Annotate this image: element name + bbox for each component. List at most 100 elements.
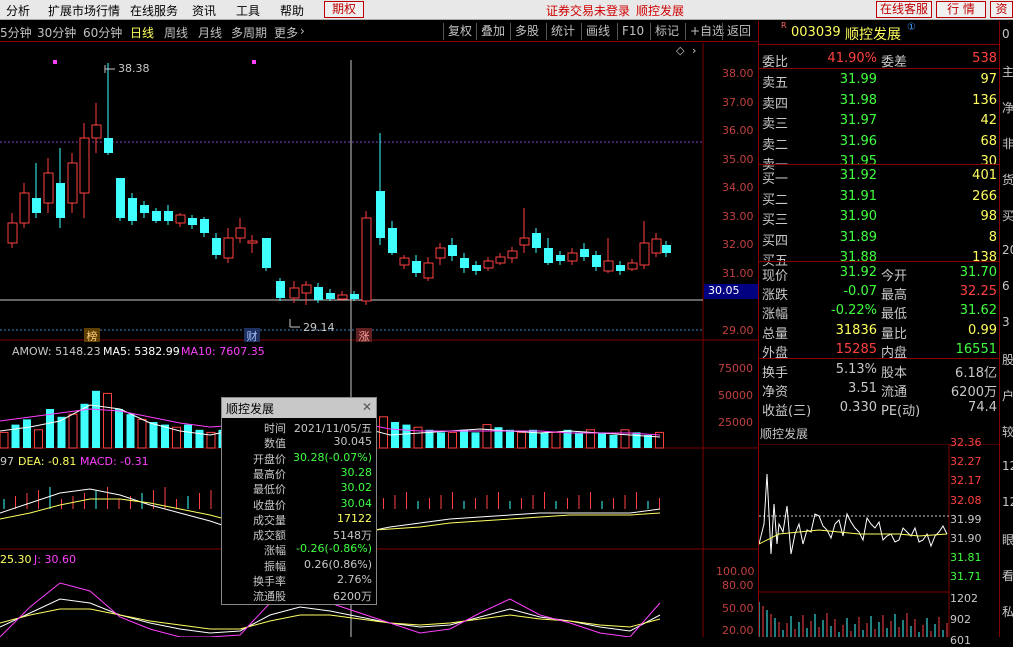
menu-item-tools[interactable]: 工具	[236, 2, 260, 19]
marker-zhang[interactable]: 涨	[356, 328, 372, 343]
side-strip-item-8[interactable]: 3	[1002, 315, 1010, 329]
options-button[interactable]: 期权	[324, 1, 364, 18]
kdj-tick-80: 80.00	[722, 579, 754, 592]
side-strip-item-1[interactable]: 主	[1002, 63, 1013, 80]
candle-body-50	[616, 265, 625, 271]
candle-body-36	[448, 245, 457, 256]
stat-value-4-a: 15285	[835, 341, 877, 357]
side-strip-item-12[interactable]: 12	[1002, 459, 1013, 473]
overlay-button[interactable]: 叠加	[476, 23, 509, 40]
buy-volume-1: 266	[972, 188, 997, 204]
marker-cai[interactable]: 财	[244, 328, 260, 343]
mini-price-tick-1: 32.27	[950, 455, 982, 469]
multi-stock-button[interactable]: 多股	[510, 23, 543, 40]
popup-value-5: 30.04	[340, 496, 373, 510]
side-strip-item-5[interactable]: 买	[1002, 207, 1013, 224]
sell-volume-3: 68	[980, 133, 997, 149]
chart-toolbar: 5分钟 30分钟 60分钟 日线 周线 月线 多周期 更多 › 复权 叠加 多股…	[0, 21, 758, 42]
popup-value-0: 2021/11/05/五	[293, 422, 372, 435]
online-support-button[interactable]: 在线客服	[876, 1, 932, 18]
period-60min[interactable]: 60分钟	[83, 24, 122, 41]
candle-body-44	[544, 248, 553, 263]
period-weekly[interactable]: 周线	[164, 24, 188, 41]
info-icon[interactable]: ①	[907, 22, 916, 33]
candle-body-35	[435, 247, 446, 259]
side-strip-item-3[interactable]: 非	[1002, 135, 1013, 152]
candle-body-46	[567, 252, 578, 262]
chart-settings-icon[interactable]: ◇	[676, 44, 684, 57]
stat-label-3-b: 量比	[881, 326, 908, 342]
mark-button[interactable]: 标记	[650, 23, 683, 40]
candle-body-19	[235, 227, 246, 239]
side-strip-item-2[interactable]: 净	[1002, 99, 1013, 116]
quotes-button[interactable]: 行 情	[936, 1, 986, 18]
period-multi[interactable]: 多周期	[231, 24, 267, 41]
sell-volume-0: 97	[980, 72, 997, 87]
side-strip-item-15[interactable]: 看	[1002, 567, 1013, 584]
login-status[interactable]: 证券交易未登录	[546, 2, 630, 19]
period-monthly[interactable]: 月线	[198, 24, 222, 41]
candle-body-40	[495, 256, 506, 264]
menu-item-news[interactable]: 资讯	[192, 2, 216, 19]
candle-body-48	[592, 255, 601, 267]
menu-item-help[interactable]: 帮助	[280, 2, 304, 19]
period-5min[interactable]: 5分钟	[0, 24, 32, 41]
chart-scroll-icon[interactable]: ›	[692, 44, 696, 57]
stats-button[interactable]: 统计	[546, 23, 579, 40]
popup-label-6: 成交量	[253, 513, 286, 527]
stock-name-title: 顺控发展	[636, 4, 685, 18]
back-button[interactable]: 返回	[722, 23, 755, 40]
candle-body-45	[556, 255, 565, 261]
price-tick-29: 29.00	[722, 324, 754, 337]
f10-button[interactable]: F10	[617, 23, 648, 40]
side-strip-item-9[interactable]: 股	[1002, 351, 1013, 368]
buy-label-2: 买三	[762, 213, 789, 229]
volume-bar-48	[551, 431, 561, 449]
popup-label-11: 流通股	[253, 590, 286, 604]
popup-value-4: 30.02	[340, 481, 373, 495]
draw-line-button[interactable]: 画线	[581, 23, 614, 40]
info-button[interactable]: 资	[990, 1, 1013, 18]
mini-price-tick-7: 31.71	[950, 570, 982, 584]
volume-bar-56	[644, 435, 652, 448]
period-daily[interactable]: 日线	[130, 24, 154, 41]
popup-value-3: 30.28	[340, 465, 373, 479]
sell-label-0: 卖五	[762, 76, 789, 91]
candle-body-13	[164, 211, 173, 221]
period-30min[interactable]: 30分钟	[37, 24, 76, 41]
stat2-value-2-b: 74.4	[968, 400, 997, 415]
menu-item-analysis[interactable]: 分析	[6, 2, 30, 19]
candle-body-41	[507, 250, 518, 259]
popup-label-5: 收盘价	[253, 498, 286, 512]
popup-label-4: 最低价	[253, 483, 286, 497]
stock-name: 顺控发展	[845, 27, 901, 43]
stat-label-1-b: 最高	[881, 288, 908, 304]
sell-price-0: 31.99	[839, 72, 877, 87]
macd-label: MACD: -0.31	[80, 455, 149, 468]
menu-item-ext-market[interactable]: 扩展市场行情	[48, 2, 120, 19]
side-strip-item-14[interactable]: 眼	[1002, 531, 1013, 548]
chevron-right-icon[interactable]: ›	[300, 24, 305, 38]
kline-chart[interactable]	[0, 43, 758, 637]
candle-body-27	[337, 294, 348, 300]
side-strip-item-6[interactable]: 20	[1002, 243, 1013, 257]
popup-label-9: 振幅	[264, 559, 286, 573]
marker-bang[interactable]: 榜	[84, 328, 100, 343]
mini-price-tick-3: 32.08	[950, 493, 982, 507]
side-strip-item-0[interactable]: 0	[1002, 27, 1010, 41]
stat-label-0-a: 现价	[762, 269, 789, 284]
popup-label-0: 时间	[264, 422, 286, 435]
side-strip-item-11[interactable]: 较	[1002, 423, 1013, 440]
menu-item-online-service[interactable]: 在线服务	[130, 2, 178, 19]
volume-bar-12	[137, 418, 147, 449]
sell-volume-2: 42	[980, 113, 997, 129]
side-strip-item-4[interactable]: 货	[1002, 171, 1013, 188]
adjust-button[interactable]: 复权	[443, 23, 476, 40]
side-strip-item-16[interactable]: 私	[1002, 603, 1013, 620]
price-tick-35: 35.00	[722, 153, 754, 166]
side-strip-item-7[interactable]: 6	[1002, 279, 1010, 293]
side-strip-item-13[interactable]: 12	[1002, 495, 1013, 509]
close-icon[interactable]: ✕	[362, 400, 372, 414]
period-more[interactable]: 更多	[274, 24, 298, 41]
side-strip-item-10[interactable]: 户	[1002, 387, 1013, 404]
